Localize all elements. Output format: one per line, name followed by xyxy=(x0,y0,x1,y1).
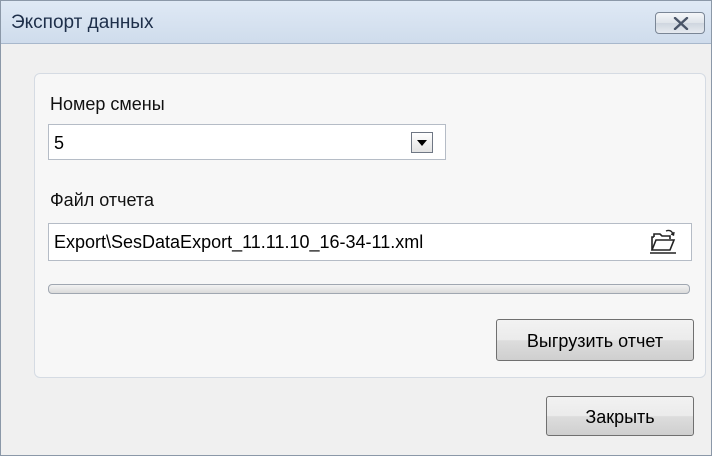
title-bar: Экспорт данных xyxy=(1,1,711,44)
open-folder-icon xyxy=(650,229,676,254)
report-file-label: Файл отчета xyxy=(50,190,154,210)
window-title: Экспорт данных xyxy=(11,12,154,33)
shift-number-combobox[interactable]: 5 xyxy=(48,124,446,160)
close-button[interactable]: Закрыть xyxy=(546,396,694,436)
browse-file-button[interactable] xyxy=(647,228,679,256)
report-file-path: Export\SesDataExport_11.11.10_16-34-11.x… xyxy=(54,232,424,252)
shift-number-value: 5 xyxy=(54,133,65,153)
close-x-icon xyxy=(673,17,689,30)
report-file-field[interactable]: Export\SesDataExport_11.11.10_16-34-11.x… xyxy=(48,223,692,261)
export-report-button[interactable]: Выгрузить отчет xyxy=(496,319,694,361)
window-close-button[interactable] xyxy=(655,12,705,34)
shift-dropdown-button[interactable] xyxy=(411,132,433,153)
export-dialog: Экспорт данных Номер смены 5 Файл отчета… xyxy=(0,0,712,456)
chevron-down-icon xyxy=(417,140,427,146)
shift-number-label: Номер смены xyxy=(50,94,165,114)
export-progress-bar xyxy=(48,284,690,294)
